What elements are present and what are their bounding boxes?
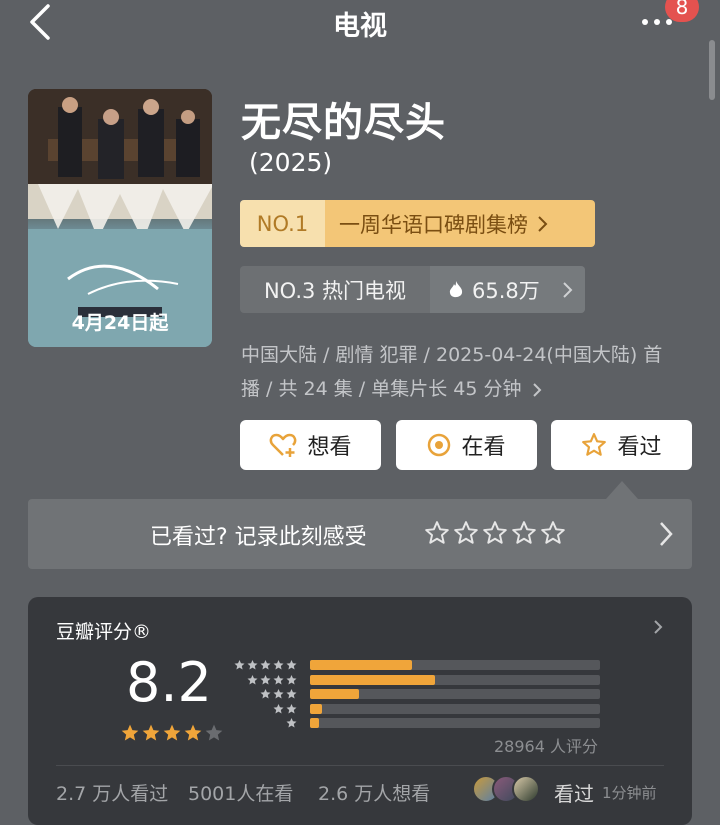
small-star-icon <box>286 718 297 728</box>
avatar <box>512 775 540 803</box>
small-star-icon <box>260 660 271 670</box>
star-filled-icon <box>142 724 160 741</box>
stat-watching[interactable]: 5001人在看 <box>188 779 293 806</box>
poster-date-text: 4月24日起 <box>71 312 169 334</box>
distribution-stars <box>246 674 298 686</box>
star-outline-icon[interactable] <box>482 520 508 546</box>
chevron-right-icon <box>532 382 541 397</box>
star-outline-icon[interactable] <box>424 520 450 546</box>
more-dots-icon <box>642 19 648 25</box>
chevron-right-icon <box>538 215 548 232</box>
distribution-row-1-star <box>236 717 616 729</box>
heart-plus-icon <box>270 433 297 457</box>
rank-badge-hot[interactable]: NO.3 热门电视 65.8万 <box>240 266 585 313</box>
want-to-watch-button[interactable]: 想看 <box>240 420 381 470</box>
distribution-row-5-star <box>233 659 616 671</box>
small-star-icon <box>273 674 284 684</box>
distribution-bar-fill <box>310 703 322 714</box>
top-nav-bar: 电视 8 <box>0 0 720 48</box>
distribution-bar-track <box>310 660 600 670</box>
meta-info-line2-text: 播 / 共 24 集 / 单集片长 45 分钟 <box>241 378 522 400</box>
hot-rank-label: NO.3 热门电视 <box>263 278 407 303</box>
distribution-row-2-star <box>236 703 616 715</box>
small-star-icon <box>273 689 284 699</box>
small-star-icon <box>286 674 297 684</box>
distribution-stars <box>233 659 298 671</box>
circle-dot-icon <box>428 433 451 457</box>
small-star-icon <box>247 674 258 684</box>
poster-image[interactable]: 4月24日起 <box>28 89 212 347</box>
distribution-row-3-star <box>236 688 616 700</box>
rating-count: 28964 人评分 <box>494 737 598 756</box>
chevron-right-icon <box>563 281 573 298</box>
chevron-right-icon[interactable] <box>653 619 663 635</box>
distribution-bar-fill <box>310 718 319 728</box>
want-to-watch-label: 想看 <box>307 435 352 460</box>
small-star-icon <box>247 660 258 670</box>
rating-stars-input[interactable] <box>424 520 566 546</box>
star-outline-icon[interactable] <box>540 520 566 546</box>
rank-list-label: 一周华语口碑剧集榜 <box>339 212 528 237</box>
distribution-bar-fill <box>310 674 435 685</box>
small-star-icon <box>273 703 284 713</box>
stat-wish[interactable]: 2.6 万人想看 <box>318 779 430 806</box>
score-stars <box>120 723 224 743</box>
distribution-bar-track <box>310 674 600 685</box>
rank-number: NO.1 <box>240 200 325 247</box>
distribution-row-4-star <box>236 674 616 686</box>
distribution-bar-track <box>310 718 600 728</box>
watched-button[interactable]: 看过 <box>551 420 692 470</box>
small-star-icon <box>273 660 284 670</box>
distribution-stars <box>272 703 298 715</box>
stat-seen[interactable]: 2.7 万人看过 <box>56 779 168 806</box>
rating-score: 8.2 <box>126 651 212 714</box>
distribution-bar-track <box>310 703 600 714</box>
rank-badge-weekly[interactable]: NO.1 一周华语口碑剧集榜 <box>240 200 595 247</box>
divider <box>56 765 664 766</box>
small-star-icon <box>286 689 297 699</box>
star-outline-icon[interactable] <box>511 520 537 546</box>
watched-label: 看过 <box>617 435 662 460</box>
douban-rating-card[interactable]: 豆瓣评分® 8.2 28964 人评分 2.7 万人看过 5001人在看 2.6… <box>28 597 692 825</box>
watching-button[interactable]: 在看 <box>396 420 537 470</box>
popover-pointer <box>606 481 638 499</box>
record-feeling-text: 已看过? 记录此刻感受 <box>150 525 367 550</box>
flame-icon <box>449 280 463 297</box>
star-filled-icon <box>121 724 139 741</box>
distribution-bar-fill <box>310 660 412 670</box>
watching-label: 在看 <box>461 435 506 460</box>
distribution-stars <box>285 717 298 729</box>
star-empty-icon <box>205 724 223 741</box>
scrollbar[interactable] <box>709 40 715 100</box>
distribution-stars <box>259 688 298 700</box>
recent-seen-time: 1分钟前 <box>602 784 657 802</box>
meta-info-line1[interactable]: 中国大陆 / 剧情 犯罪 / 2025-04-24(中国大陆) 首 <box>241 340 662 367</box>
small-star-icon <box>260 689 271 699</box>
distribution-bar-track <box>310 689 600 699</box>
small-star-icon <box>286 660 297 670</box>
distribution-bar-fill <box>310 689 360 699</box>
recent-seen-label: 看过 <box>554 782 594 806</box>
small-star-icon <box>234 660 245 670</box>
heat-value-box: 65.8万 <box>430 266 585 313</box>
page-title: 电视 <box>333 11 387 42</box>
star-filled-icon <box>163 724 181 741</box>
heat-value: 65.8万 <box>472 278 540 303</box>
rating-title: 豆瓣评分® <box>56 621 152 643</box>
chevron-right-icon[interactable] <box>658 520 674 548</box>
star-outline-icon[interactable] <box>453 520 479 546</box>
small-star-icon <box>286 703 297 713</box>
star-filled-icon <box>184 724 202 741</box>
show-year: (2025) <box>249 148 333 177</box>
small-star-icon <box>260 674 271 684</box>
record-feeling-bar[interactable]: 已看过? 记录此刻感受 <box>28 499 692 569</box>
recent-viewers-avatars[interactable] <box>472 775 540 803</box>
rank-list-name: 一周华语口碑剧集榜 <box>325 200 595 247</box>
meta-info-line2[interactable]: 播 / 共 24 集 / 单集片长 45 分钟 <box>241 374 542 401</box>
show-title: 无尽的尽头 <box>241 100 446 146</box>
star-outline-icon <box>582 433 607 456</box>
